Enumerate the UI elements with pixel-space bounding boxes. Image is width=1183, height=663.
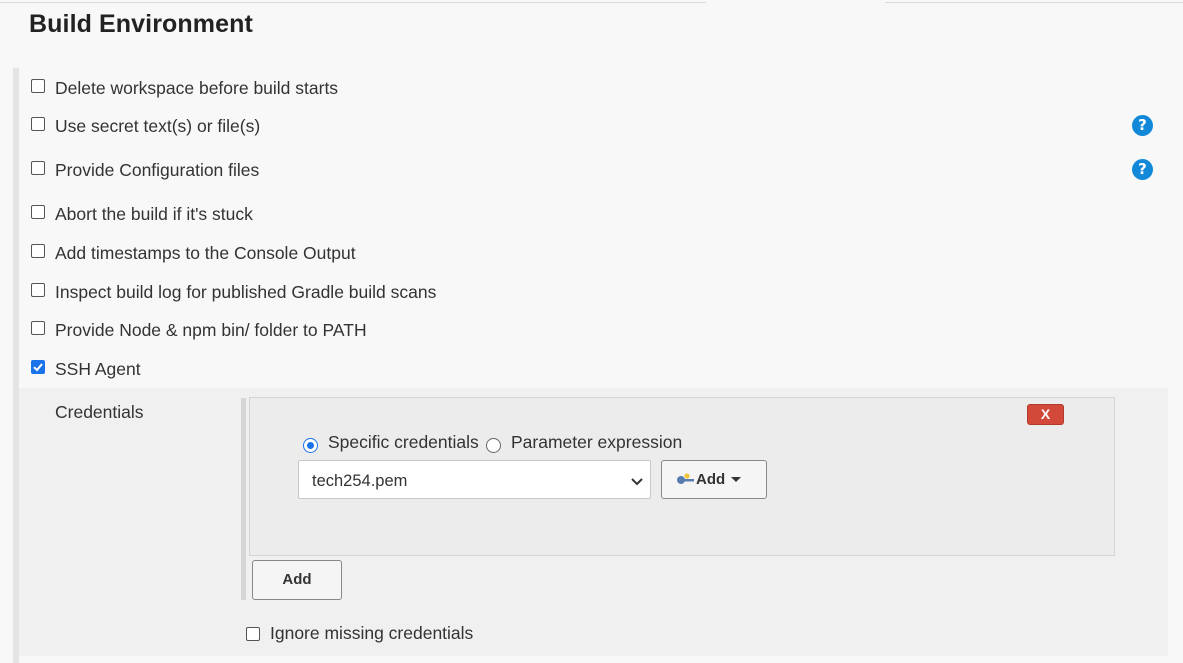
radio-label: Parameter expression (511, 431, 683, 452)
option-delete-workspace[interactable]: Delete workspace before build starts (31, 76, 338, 100)
checkbox[interactable] (31, 161, 45, 175)
option-label: Provide Node & npm bin/ folder to PATH (55, 319, 367, 340)
option-config-files[interactable]: Provide Configuration files (31, 158, 259, 182)
radio-button-selected[interactable] (303, 437, 318, 453)
credentials-label: Credentials (55, 402, 144, 422)
section-title: Build Environment (29, 10, 253, 38)
option-secret-text[interactable]: Use secret text(s) or file(s) (31, 114, 260, 138)
top-divider-right (885, 0, 1183, 3)
radio-specific-credentials[interactable]: Specific credentials (303, 431, 479, 453)
option-label: Inspect build log for published Gradle b… (55, 281, 437, 302)
option-ssh-agent[interactable]: SSH Agent (31, 357, 141, 381)
help-icon[interactable]: ? (1132, 159, 1153, 180)
checkmark-icon (33, 363, 43, 372)
checkbox[interactable] (31, 205, 45, 219)
checkbox[interactable] (31, 283, 45, 297)
option-label: Ignore missing credentials (270, 622, 474, 643)
credential-select-value: tech254.pem (312, 472, 408, 490)
key-icon (677, 472, 694, 484)
option-gradle-scans[interactable]: Inspect build log for published Gradle b… (31, 280, 436, 304)
credentials-left-bar (241, 398, 246, 600)
option-abort-stuck[interactable]: Abort the build if it's stuck (31, 202, 253, 226)
top-divider (0, 0, 706, 3)
checkbox[interactable] (246, 627, 260, 641)
option-label: Provide Configuration files (55, 159, 260, 180)
add-credential-dropdown-button[interactable]: Add (661, 460, 767, 499)
checkbox[interactable] (31, 244, 45, 258)
checkbox[interactable] (31, 79, 45, 93)
add-credential-button[interactable]: Add (252, 560, 342, 600)
delete-credential-button[interactable]: X (1027, 404, 1064, 425)
option-label: Delete workspace before build starts (55, 77, 339, 98)
checkbox[interactable] (31, 117, 45, 131)
option-label: Add timestamps to the Console Output (55, 242, 356, 263)
caret-down-icon (731, 477, 742, 482)
radio-parameter-expression[interactable]: Parameter expression (486, 431, 683, 453)
option-label: SSH Agent (55, 358, 141, 379)
checkbox-checked[interactable] (31, 360, 45, 374)
option-timestamps[interactable]: Add timestamps to the Console Output (31, 241, 356, 265)
radio-button[interactable] (486, 437, 501, 453)
option-label: Abort the build if it's stuck (55, 203, 253, 224)
option-label: Use secret text(s) or file(s) (55, 115, 261, 136)
help-icon[interactable]: ? (1132, 115, 1153, 136)
option-ignore-missing[interactable]: Ignore missing credentials (246, 621, 473, 645)
checkbox[interactable] (31, 321, 45, 335)
option-node-npm[interactable]: Provide Node & npm bin/ folder to PATH (31, 318, 367, 342)
credential-select[interactable]: tech254.pem (298, 460, 651, 499)
add-dropdown-label: Add (696, 471, 726, 488)
radio-label: Specific credentials (328, 431, 479, 452)
chevron-down-icon (631, 478, 643, 486)
